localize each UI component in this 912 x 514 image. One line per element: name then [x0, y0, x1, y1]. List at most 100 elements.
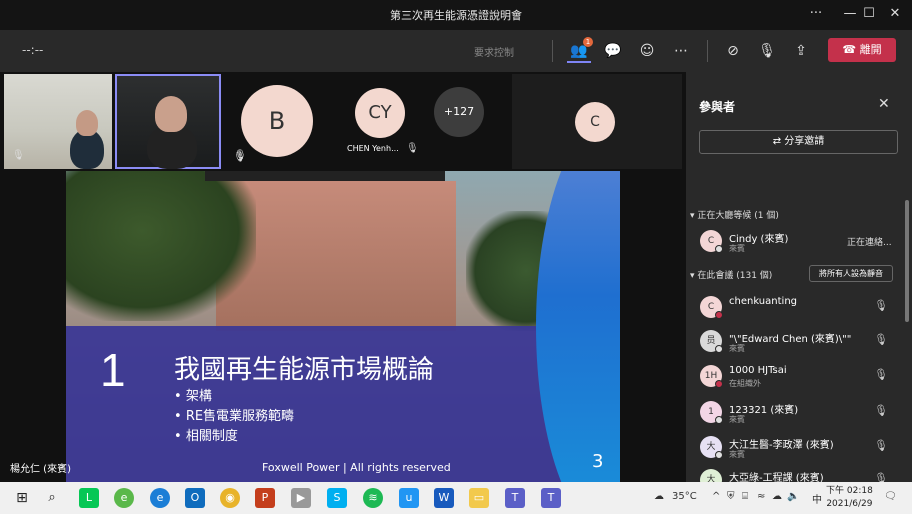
mic-off-icon[interactable]: 🎙 — [874, 404, 888, 417]
ie-browser-icon[interactable]: e — [114, 488, 134, 508]
volume-icon[interactable]: 🔈 — [787, 491, 799, 502]
ime-indicator[interactable]: 中 — [812, 491, 822, 506]
mic-off-icon: 🎙 — [234, 150, 247, 161]
mic-off-icon[interactable]: 🎙 — [874, 439, 888, 452]
meeting-toolbar: --:-- 要求控制 👥 1 💬 ☺ ⋯ ⊘ 🎙 ⇪ — [0, 30, 912, 72]
leave-button[interactable]: ☎ 離開 — [828, 38, 896, 62]
windows-start-icon[interactable]: ⊞ — [12, 488, 32, 508]
presenter-name: 楊允仁 (來賓) — [10, 464, 71, 475]
slide-blue-arc — [536, 171, 620, 482]
close-panel-icon[interactable]: ✕ — [878, 96, 890, 112]
camera-off-icon[interactable]: ⊘ — [720, 38, 746, 64]
slide-bullet: • 相關制度 — [174, 429, 238, 444]
slide-tree-photo — [66, 171, 256, 321]
toolbar-divider — [552, 40, 553, 62]
mute-all-button[interactable]: 將所有人設為靜音 — [809, 265, 893, 282]
outlook-icon[interactable]: O — [185, 488, 205, 508]
search-icon[interactable]: ⌕ — [42, 488, 62, 508]
word-icon[interactable]: W — [434, 488, 454, 508]
request-control-button[interactable]: 要求控制 — [474, 44, 514, 59]
spotify-icon[interactable]: ≋ — [363, 488, 383, 508]
more-participants-tile[interactable]: +127 — [434, 87, 484, 137]
chrome-icon[interactable]: ◉ — [220, 488, 240, 508]
video-tile-2[interactable]: 🎙 — [115, 74, 246, 169]
participant-role: 在組織外 — [729, 379, 761, 388]
tray-chevron-icon[interactable]: ^ — [712, 491, 720, 502]
taskbar: ⊞ ⌕ L e e O ◉ P ▶ S ≋ u W ▭ T T ☁ 35°C ^… — [0, 482, 912, 514]
slide-title: 我國再生能源市場概論 — [174, 355, 435, 385]
reactions-icon[interactable]: ☺ — [634, 38, 660, 64]
slide-section-number: 1 — [100, 344, 126, 396]
window-title: 第三次再生能源憑證說明會 — [390, 9, 522, 22]
shared-slide: 1 我國再生能源市場概論 • 架構 • RE售電業服務範疇 • 相關制度 Fox… — [66, 171, 620, 482]
mic-off-icon[interactable]: 🎙 — [874, 333, 888, 346]
presence-dot — [715, 245, 723, 253]
more-icon[interactable]: ··· — [799, 0, 833, 30]
tile-name-label: CHEN Yenh... — [347, 144, 399, 153]
mic-off-icon[interactable]: 🎙 — [874, 368, 888, 381]
mic-off-icon[interactable]: 🎙 — [754, 38, 780, 64]
more-actions-icon[interactable]: ⋯ — [668, 38, 694, 64]
presenter-mini-toolbar[interactable] — [205, 171, 445, 181]
line-app-icon[interactable]: L — [79, 488, 99, 508]
share-invite-button[interactable]: ⇄ 分享邀請 — [699, 130, 898, 154]
lobby-header[interactable]: ▾ 正在大廳等候 (1 個) — [690, 208, 779, 221]
cloud-icon[interactable]: ☁ — [772, 491, 782, 502]
participant-role: 來賓 — [729, 415, 745, 424]
panel-scrollbar[interactable] — [905, 200, 909, 322]
active-tab-indicator — [567, 61, 591, 63]
participant-avatar: 大 — [700, 469, 722, 482]
participant-name: 大亞綠-工程課 (來賓) — [729, 473, 824, 482]
u-app-icon[interactable]: u — [399, 488, 419, 508]
participant-row[interactable]: 1 123321 (來賓) 來賓 🎙 — [686, 397, 912, 431]
participants-badge: 1 — [583, 37, 593, 47]
edge-browser-icon[interactable]: e — [150, 488, 170, 508]
participant-face — [155, 96, 187, 132]
lobby-row[interactable]: C Cindy (來賓) 來賓 正在連絡... — [686, 226, 912, 260]
participant-name: 1000 HJTsai — [729, 365, 787, 376]
chat-icon[interactable]: 💬 — [600, 38, 626, 64]
file-explorer-icon[interactable]: ▭ — [469, 488, 489, 508]
mic-off-icon[interactable]: 🎙 — [874, 472, 888, 482]
presence-dot — [715, 311, 723, 319]
clock[interactable]: 下午 02:18 2021/6/29 — [826, 485, 873, 511]
participant-row[interactable]: C chenkuanting 🎙 — [686, 292, 912, 326]
network-icon[interactable]: ⌸ — [742, 491, 748, 502]
security-icon[interactable]: ⛨ — [727, 491, 735, 502]
lobby-status: 正在連絡... — [847, 238, 892, 248]
teams-icon[interactable]: T — [505, 488, 525, 508]
avatar-c: C — [575, 102, 615, 142]
powerpoint-icon[interactable]: P — [255, 488, 275, 508]
clock-date: 2021/6/29 — [826, 499, 873, 509]
skype-icon[interactable]: S — [327, 488, 347, 508]
video-app-icon[interactable]: ▶ — [291, 488, 311, 508]
in-meeting-header[interactable]: ▾ 在此會議 (131 個) — [690, 268, 772, 281]
mic-off-icon: 🎙 — [12, 150, 25, 161]
close-window-button[interactable]: ✕ — [878, 0, 912, 30]
participant-row[interactable]: 大 大江生醫-李政澤 (來賓) 來賓 🎙 — [686, 432, 912, 466]
avatar-cy[interactable]: CY — [355, 88, 405, 138]
panel-title: 參與者 — [699, 100, 736, 114]
presence-dot — [715, 345, 723, 353]
weather-icon[interactable]: ☁ — [654, 491, 664, 502]
participant-name: "\"Edward Chen (來賓)\"" — [729, 334, 852, 345]
teams-meeting-icon[interactable]: T — [541, 488, 561, 508]
video-tile-1[interactable]: 🎙 — [4, 74, 112, 169]
wifi-icon[interactable]: ≈ — [757, 491, 765, 502]
participant-row[interactable]: 大 大亞綠-工程課 (來賓) 🎙 — [686, 465, 912, 482]
participant-row[interactable]: 员 "\"Edward Chen (來賓)\"" 來賓 🎙 — [686, 326, 912, 360]
slide-bullet: • 架構 — [174, 389, 212, 404]
leave-label: 離開 — [859, 43, 882, 56]
slide-footer: Foxwell Power | All rights reserved — [262, 461, 451, 474]
toolbar-divider — [707, 40, 708, 62]
presence-dot — [715, 451, 723, 459]
weather-temp[interactable]: 35°C — [672, 491, 697, 502]
presence-dot — [715, 416, 723, 424]
share-screen-icon[interactable]: ⇪ — [788, 38, 814, 64]
mic-off-icon: 🎙 — [406, 143, 419, 154]
notifications-icon[interactable]: 🗨 — [884, 491, 897, 502]
participant-row[interactable]: 1H 1000 HJTsai 在組織外 🎙 — [686, 361, 912, 395]
avatar-b[interactable]: B — [241, 85, 313, 157]
video-tile-c[interactable]: C — [512, 74, 682, 169]
mic-off-icon[interactable]: 🎙 — [874, 299, 888, 312]
